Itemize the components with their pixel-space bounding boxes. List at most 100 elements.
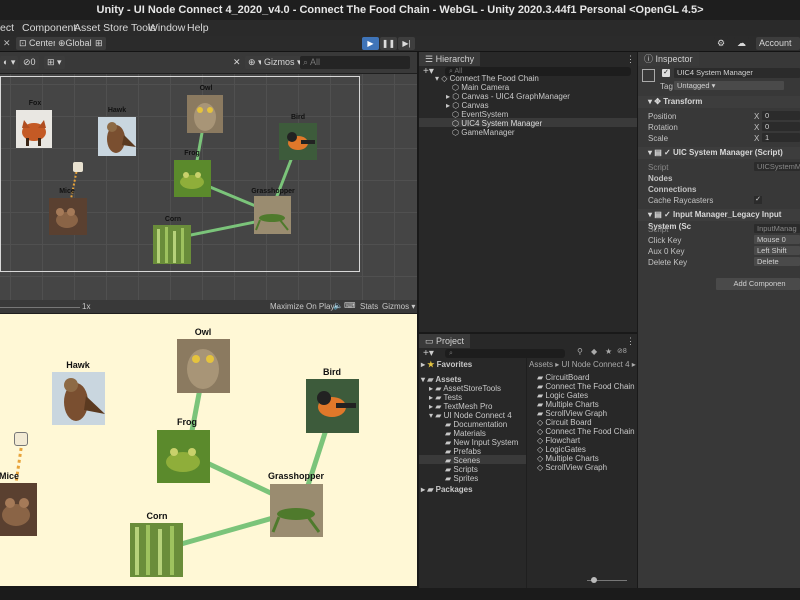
input-manager-header[interactable]: ▾ ▤ ✓ Input Manager_Legacy Input System … (638, 209, 800, 231)
project-tab[interactable]: ▭ Project (419, 334, 471, 348)
project-search-input[interactable]: ⌕ (445, 349, 565, 358)
account-dropdown[interactable]: Account ▾ (756, 37, 800, 61)
menu-item-component[interactable]: Component (22, 22, 76, 34)
scene-card-corn[interactable] (153, 225, 191, 264)
menu-item-help[interactable]: Help (187, 22, 209, 34)
project-file-item[interactable]: ◇ Connect The Food Chain (537, 427, 635, 436)
position-x-field[interactable]: 0 (762, 111, 800, 120)
project-file-item[interactable]: ▰ Connect The Food Chain (537, 382, 635, 391)
project-file-item[interactable]: ◇ Circuit Board (537, 418, 592, 427)
project-tree-item[interactable]: ▰ Materials (445, 429, 486, 438)
services-icon[interactable]: ⚙ (714, 37, 729, 50)
packages-header[interactable]: ▸ ▰ Packages (421, 485, 473, 494)
cache-raycasters-checkbox[interactable]: ✓ (754, 196, 762, 204)
project-tree-item[interactable]: ▾ ▰ UI Node Connect 4 (429, 411, 512, 420)
assets-header[interactable]: ▾ ▰ Assets (421, 375, 462, 384)
hierarchy-item[interactable]: ⬡ GameManager (452, 128, 515, 137)
scene-card-fox[interactable] (16, 110, 52, 148)
pause-button[interactable]: ❚❚ (380, 37, 397, 50)
hierarchy-menu-icon[interactable]: ⋮ (626, 54, 635, 65)
mute-audio-icon[interactable]: 🔈 (333, 301, 343, 310)
layers-visibility[interactable]: ⊘0 (20, 56, 39, 69)
delete-key-dropdown[interactable]: Delete (754, 257, 800, 266)
shortcuts-icon[interactable]: ⌨ (344, 301, 356, 310)
project-file-item[interactable]: ◇ ScrollView Graph (537, 463, 607, 472)
input-script-reference-field[interactable]: InputManag (754, 224, 800, 233)
game-card-mice[interactable] (0, 483, 37, 536)
scene-drag-handle-icon[interactable] (73, 162, 83, 172)
grid-dropdown[interactable]: ⊞ ▾ (44, 56, 65, 69)
hierarchy-item[interactable]: ⬡ Main Camera (452, 83, 509, 92)
scale-x-field[interactable]: 1 (762, 133, 800, 142)
rect-tool-icon[interactable]: ✕ (0, 37, 14, 50)
project-tree-item[interactable]: ▰ Sprites (445, 474, 478, 483)
scene-card-frog[interactable] (174, 160, 211, 197)
click-key-dropdown[interactable]: Mouse 0 (754, 235, 800, 244)
menu-item-window[interactable]: Window (148, 22, 185, 34)
script-reference-field[interactable]: UICSystemM (754, 162, 800, 171)
game-card-corn[interactable] (130, 523, 183, 577)
game-drag-handle-icon[interactable] (14, 432, 28, 446)
project-tree-item-selected[interactable]: ▰ Scenes (445, 456, 480, 465)
scene-card-owl[interactable] (187, 95, 223, 133)
project-tree-item[interactable]: ▰ Documentation (445, 420, 507, 429)
hierarchy-item-selected[interactable]: ⬡ UIC4 System Manager (452, 119, 542, 128)
icon-size-slider-handle[interactable] (591, 577, 597, 583)
maximize-on-play-toggle[interactable]: Maximize On Play (270, 302, 334, 311)
hierarchy-add-button[interactable]: +▾ (423, 66, 434, 77)
hierarchy-item[interactable]: ▾ ◇ Connect The Food Chain (435, 74, 539, 83)
favorites-header[interactable]: ▸ ★ Favorites (421, 360, 472, 369)
scene-card-grasshopper[interactable] (254, 196, 291, 234)
hierarchy-tab[interactable]: ☰ Hierarchy (419, 52, 481, 66)
menu-item-asset-store-tools[interactable]: Asset Store Tools (74, 22, 156, 34)
game-card-owl[interactable] (177, 339, 230, 393)
project-tree-item[interactable]: ▸ ▰ Tests (429, 393, 462, 402)
game-card-grasshopper[interactable] (270, 484, 323, 537)
tools-icon[interactable]: ✕ (230, 56, 244, 69)
hierarchy-item[interactable]: ▸ ⬡ Canvas - UIC4 GraphManager (446, 92, 570, 101)
project-tree-item[interactable]: ▸ ▰ TextMesh Pro (429, 402, 492, 411)
inspector-tab[interactable]: ⓘ Inspector (638, 52, 699, 66)
draw-mode-dropdown[interactable]: ◐ ▾ (0, 56, 19, 69)
filter-icon[interactable]: ⚲ (577, 347, 583, 356)
object-name-field[interactable]: UIC4 System Manager (674, 68, 800, 78)
stats-toggle[interactable]: Stats (360, 302, 378, 311)
game-card-bird[interactable] (306, 379, 359, 433)
nodes-foldout[interactable]: Nodes (648, 174, 672, 183)
breadcrumb-item[interactable]: UI Node Connect 4 (561, 360, 629, 369)
rotation-x-field[interactable]: 0 (762, 122, 800, 131)
menu-item-edit[interactable]: ect (0, 22, 14, 34)
play-button[interactable]: ▶ (362, 37, 379, 50)
project-file-item[interactable]: ▰ Logic Gates (537, 391, 588, 400)
grid-snap-icon[interactable]: ⊞ (92, 37, 106, 50)
game-view[interactable]: Owl Hawk Bird Frog Mice Grasshopper Corn (0, 314, 417, 586)
scene-card-mice[interactable] (49, 198, 87, 235)
scene-search-input[interactable]: ⌕ All (300, 56, 410, 69)
game-card-frog[interactable] (157, 430, 210, 483)
scene-card-bird[interactable] (279, 123, 317, 160)
project-menu-icon[interactable]: ⋮ (626, 336, 635, 347)
cloud-icon[interactable]: ☁ (734, 37, 749, 50)
scene-view[interactable]: Fox Hawk Owl Bird Frog Mice Grasshopper … (0, 74, 417, 300)
transform-header[interactable]: ▾ ✥ Transform (638, 96, 800, 108)
add-component-button[interactable]: Add Componen (716, 278, 800, 290)
project-file-item[interactable]: ◇ Multiple Charts (537, 454, 599, 463)
space-toggle[interactable]: ⊕Global (55, 37, 95, 50)
aux-key-dropdown[interactable]: Left Shift (754, 246, 800, 255)
connections-foldout[interactable]: Connections (648, 185, 696, 194)
game-card-hawk[interactable] (52, 372, 105, 425)
scene-gizmos-dropdown[interactable]: Gizmos ▾ (261, 56, 305, 69)
pivot-toggle[interactable]: ⊡ Center (16, 37, 60, 50)
step-button[interactable]: ▶| (398, 37, 415, 50)
system-manager-header[interactable]: ▾ ▤ ✓ UIC System Manager (Script) (638, 147, 800, 159)
hierarchy-item[interactable]: ▸ ⬡ Canvas (446, 101, 489, 110)
project-file-item[interactable]: ◇ LogicGates (537, 445, 586, 454)
project-file-item[interactable]: ▰ CircuitBoard (537, 373, 589, 382)
project-file-item[interactable]: ◇ Flowchart (537, 436, 580, 445)
hidden-packages-toggle[interactable]: ⊘8 (617, 347, 627, 355)
breadcrumb-item[interactable]: Assets (529, 360, 553, 369)
project-tree-item[interactable]: ▰ New Input System (445, 438, 518, 447)
scale-slider[interactable] (0, 307, 80, 308)
project-tree-item[interactable]: ▸ ▰ AssetStoreTools (429, 384, 501, 393)
scene-card-hawk[interactable] (98, 117, 136, 156)
